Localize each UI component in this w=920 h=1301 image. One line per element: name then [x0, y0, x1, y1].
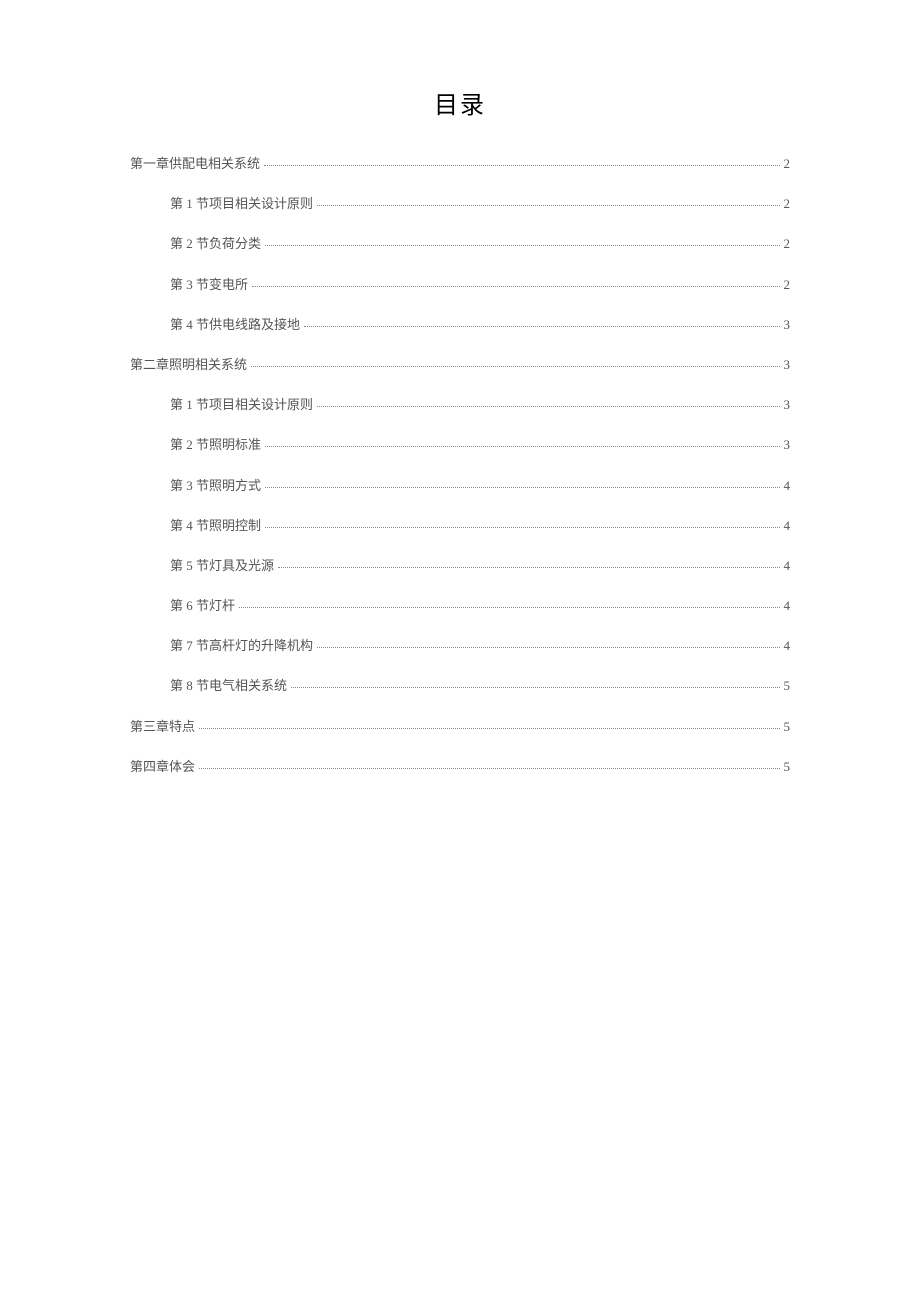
toc-entry-page: 4: [784, 557, 791, 575]
toc-entry: 第 1 节项目相关设计原则 2: [130, 195, 790, 213]
toc-entry: 第二章照明相关系统 3: [130, 356, 790, 374]
toc-entry-label: 第四章体会: [130, 758, 195, 776]
toc-leader-dots: [251, 366, 779, 367]
toc-entry: 第 3 节变电所 2: [130, 276, 790, 294]
toc-entry-page: 3: [784, 316, 791, 334]
toc-entry-page: 2: [784, 195, 791, 213]
toc-leader-dots: [264, 165, 779, 166]
toc-entry: 第 3 节照明方式 4: [130, 477, 790, 495]
toc-entry: 第 1 节项目相关设计原则 3: [130, 396, 790, 414]
toc-leader-dots: [278, 567, 779, 568]
toc-entry-page: 5: [784, 758, 791, 776]
toc-entry: 第四章体会 5: [130, 758, 790, 776]
toc-entry-label: 第 4 节照明控制: [170, 517, 261, 535]
toc-entry-page: 3: [784, 356, 791, 374]
toc-entry-label: 第 8 节电气相关系统: [170, 677, 287, 695]
toc-entry-page: 3: [784, 436, 791, 454]
toc-leader-dots: [199, 728, 779, 729]
toc-entry-label: 第 3 节变电所: [170, 276, 248, 294]
toc-entry-page: 5: [784, 677, 791, 695]
toc-entry-label: 第 1 节项目相关设计原则: [170, 195, 313, 213]
toc-entry-page: 2: [784, 155, 791, 173]
toc-entry: 第 4 节照明控制 4: [130, 517, 790, 535]
toc-leader-dots: [239, 607, 779, 608]
toc-entry-label: 第二章照明相关系统: [130, 356, 247, 374]
toc-leader-dots: [252, 286, 779, 287]
toc-leader-dots: [265, 487, 779, 488]
toc-leader-dots: [317, 406, 779, 407]
toc-entry: 第 7 节高杆灯的升降机构 4: [130, 637, 790, 655]
toc-entry: 第一章供配电相关系统 2: [130, 155, 790, 173]
toc-leader-dots: [265, 245, 779, 246]
toc-leader-dots: [304, 326, 779, 327]
toc-entry: 第三章特点 5: [130, 718, 790, 736]
toc-entry-label: 第 6 节灯杆: [170, 597, 235, 615]
toc-entry-label: 第 7 节高杆灯的升降机构: [170, 637, 313, 655]
toc-entry-label: 第 2 节负荷分类: [170, 235, 261, 253]
toc-list: 第一章供配电相关系统2第 1 节项目相关设计原则2第 2 节负荷分类2第 3 节…: [130, 155, 790, 776]
toc-entry-page: 2: [784, 276, 791, 294]
toc-entry-page: 4: [784, 597, 791, 615]
toc-entry-label: 第一章供配电相关系统: [130, 155, 260, 173]
toc-entry: 第 6 节灯杆 4: [130, 597, 790, 615]
toc-entry-label: 第 1 节项目相关设计原则: [170, 396, 313, 414]
toc-entry-page: 5: [784, 718, 791, 736]
toc-entry-label: 第 3 节照明方式: [170, 477, 261, 495]
toc-entry-label: 第 4 节供电线路及接地: [170, 316, 300, 334]
toc-entry: 第 4 节供电线路及接地 3: [130, 316, 790, 334]
toc-entry-page: 3: [784, 396, 791, 414]
toc-entry-label: 第 2 节照明标准: [170, 436, 261, 454]
toc-entry-page: 4: [784, 637, 791, 655]
toc-entry: 第 2 节照明标准 3: [130, 436, 790, 454]
toc-entry: 第 5 节灯具及光源 4: [130, 557, 790, 575]
toc-entry-label: 第 5 节灯具及光源: [170, 557, 274, 575]
toc-leader-dots: [265, 527, 779, 528]
toc-entry: 第 2 节负荷分类 2: [130, 235, 790, 253]
toc-entry-label: 第三章特点: [130, 718, 195, 736]
toc-title: 目录: [130, 85, 790, 120]
toc-leader-dots: [317, 205, 779, 206]
toc-entry-page: 4: [784, 477, 791, 495]
toc-leader-dots: [317, 647, 779, 648]
toc-leader-dots: [199, 768, 779, 769]
toc-leader-dots: [265, 446, 779, 447]
toc-entry-page: 2: [784, 235, 791, 253]
toc-leader-dots: [291, 687, 779, 688]
toc-entry: 第 8 节电气相关系统 5: [130, 677, 790, 695]
toc-entry-page: 4: [784, 517, 791, 535]
